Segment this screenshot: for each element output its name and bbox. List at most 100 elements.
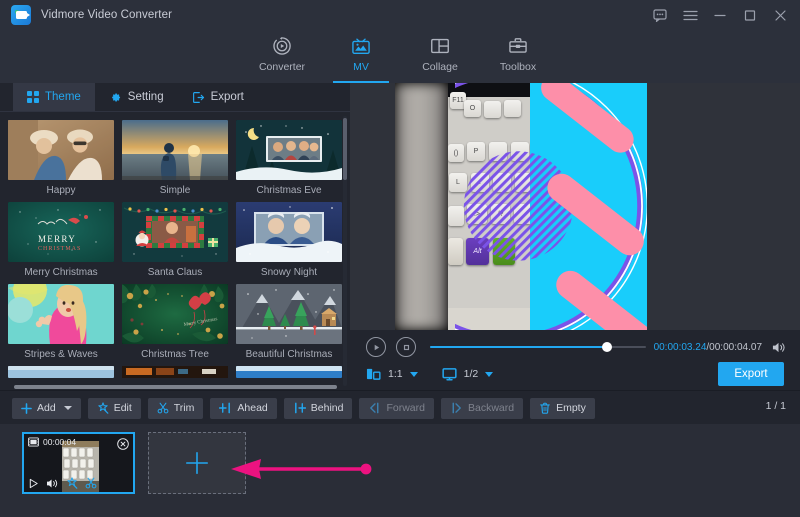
theme-thumbnail (236, 202, 342, 262)
svg-text:MERRY: MERRY (38, 234, 76, 244)
edit-button[interactable]: Edit (87, 397, 141, 419)
current-time: 00:00:03.24 (653, 341, 707, 353)
nav-item-collage[interactable]: Collage (401, 30, 479, 83)
theme-item-stripes-waves[interactable]: Stripes & Waves (8, 284, 114, 360)
player-controls: 00:00:03.24/00:00:04.07 1:1 1/2 Export (350, 330, 800, 390)
tab-export[interactable]: Export (178, 83, 258, 111)
nav-item-converter[interactable]: Converter (243, 30, 321, 83)
theme-item-simple[interactable]: Simple (122, 120, 228, 196)
mv-icon (350, 34, 372, 58)
seek-handle[interactable] (601, 342, 612, 352)
tab-theme[interactable]: Theme (13, 83, 95, 111)
theme-item-santa-claus[interactable]: Santa Claus (122, 202, 228, 278)
app-title: Vidmore Video Converter (41, 9, 173, 21)
stop-button[interactable] (396, 337, 416, 357)
clip-speaker-icon[interactable] (46, 478, 59, 489)
theme-item-christmas-eve[interactable]: Christmas Eve (236, 120, 342, 196)
theme-item-happy[interactable]: Happy (8, 120, 114, 196)
theme-name: Stripes & Waves (24, 349, 98, 360)
theme-item-beautiful-christmas[interactable]: Beautiful Christmas (236, 284, 342, 360)
theme-item-partial-3[interactable] (236, 366, 342, 378)
aspect-ratio-icon (366, 367, 381, 381)
theme-thumbnail (8, 284, 114, 344)
theme-panel: Theme Setting Export Happy Simple Christ… (0, 83, 350, 390)
theme-item-christmas-tree[interactable]: Merry Christmas Christmas Tree (122, 284, 228, 360)
seek-bar[interactable] (430, 340, 646, 354)
nav-item-mv[interactable]: MV (322, 30, 400, 83)
aspect-ratio-value: 1:1 (388, 368, 403, 380)
theme-grid: Happy Simple Christmas Eve MERRY CHRISTM… (0, 112, 350, 378)
time-display: 00:00:03.24/00:00:04.07 (654, 342, 762, 353)
preview-circle-overlay (455, 83, 647, 330)
theme-thumbnail (8, 120, 114, 180)
empty-button[interactable]: Empty (530, 397, 595, 419)
close-icon[interactable] (766, 2, 794, 28)
nav-label-collage: Collage (422, 61, 458, 73)
backward-button[interactable]: Backward (440, 397, 524, 419)
nav-label-toolbox: Toolbox (499, 61, 537, 73)
theme-item-partial-1[interactable] (8, 366, 114, 378)
converter-icon (271, 34, 293, 58)
clip-trim-icon[interactable] (85, 477, 97, 489)
clip-item[interactable]: 00:00:04 (22, 432, 135, 494)
timeline-horizontal-scrollbar[interactable] (14, 385, 337, 389)
toolbar-divider (0, 390, 800, 391)
minimize-icon[interactable] (706, 2, 734, 28)
chevron-down-icon[interactable] (63, 406, 72, 410)
screen-scale-selector[interactable]: 1/2 (442, 367, 494, 381)
theme-thumbnail (8, 366, 114, 378)
theme-name: Merry Christmas (24, 267, 98, 278)
monitor-icon (442, 367, 457, 381)
nav-label-mv: MV (353, 61, 369, 73)
nav-item-toolbox[interactable]: Toolbox (479, 30, 557, 83)
clip-play-icon[interactable] (28, 478, 39, 489)
plus-icon (184, 450, 210, 476)
tab-setting[interactable]: Setting (95, 83, 178, 111)
speaker-icon[interactable] (771, 341, 786, 354)
theme-thumbnail (122, 120, 228, 180)
theme-thumbnail (122, 202, 228, 262)
app-logo-icon (11, 5, 31, 25)
collage-icon (429, 34, 451, 58)
chevron-down-icon[interactable] (409, 371, 418, 377)
window-controls (646, 0, 794, 30)
behind-button[interactable]: Behind (283, 397, 353, 419)
video-frame: F11 O () P L : .> /? Alt (395, 83, 647, 330)
close-circle-icon[interactable] (117, 437, 129, 455)
theme-item-snowy-night[interactable]: Snowy Night (236, 202, 342, 278)
menu-icon[interactable] (676, 2, 704, 28)
behind-label: Behind (310, 402, 344, 414)
clip-edit-icon[interactable] (66, 477, 78, 489)
total-time: 00:00:04.07 (709, 341, 762, 353)
toolbox-icon (507, 34, 529, 58)
chevron-down-icon[interactable] (485, 371, 494, 377)
trash-icon (539, 402, 551, 414)
insert-behind-icon (293, 402, 306, 414)
theme-name: Snowy Night (260, 267, 318, 278)
add-button[interactable]: Add (12, 397, 81, 419)
theme-name: Santa Claus (147, 267, 203, 278)
export-button[interactable]: Export (718, 362, 784, 386)
forward-button[interactable]: Forward (359, 397, 434, 419)
play-button[interactable] (366, 337, 386, 357)
feedback-icon[interactable] (646, 2, 674, 28)
theme-name: Simple (159, 185, 191, 196)
trim-button[interactable]: Trim (147, 397, 204, 419)
forward-label: Forward (386, 402, 425, 414)
film-icon (28, 437, 39, 447)
theme-item-merry-christmas[interactable]: MERRY CHRISTMAS Merry Christmas (8, 202, 114, 278)
ahead-button[interactable]: Ahead (210, 397, 277, 419)
theme-grid-scroll[interactable]: Happy Simple Christmas Eve MERRY CHRISTM… (0, 112, 350, 390)
panel-tabs: Theme Setting Export (0, 83, 350, 111)
move-forward-icon (368, 402, 381, 414)
clip-duration: 00:00:04 (43, 437, 77, 447)
empty-label: Empty (556, 402, 586, 414)
video-preview[interactable]: F11 O () P L : .> /? Alt (350, 83, 800, 330)
maximize-icon[interactable] (736, 2, 764, 28)
add-label: Add (37, 402, 56, 414)
add-clip-slot[interactable] (148, 432, 246, 494)
theme-item-partial-2[interactable] (122, 366, 228, 378)
theme-thumbnail: MERRY CHRISTMAS (8, 202, 114, 262)
aspect-ratio-selector[interactable]: 1:1 (366, 367, 418, 381)
export-icon (192, 91, 205, 104)
